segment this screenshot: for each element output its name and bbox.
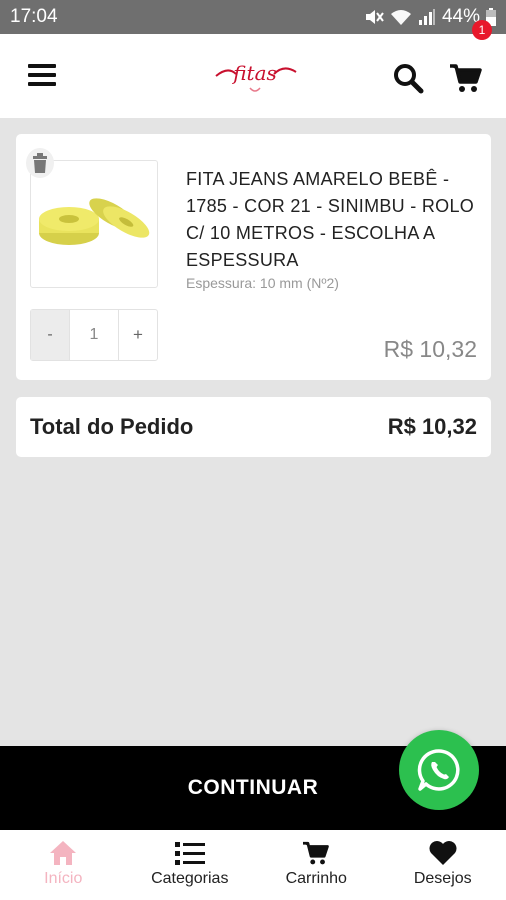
item-price: R$ 10,32 [383,336,477,362]
cart-icon [303,841,330,865]
nav-label: Categorias [151,870,229,887]
bottom-nav: Início Categorias Carrinho Desejos [0,830,506,900]
status-time: 17:04 [10,6,58,27]
total-label: Total do Pedido [30,414,194,439]
product-variation: Espessura: 10 mm (Nº2) [186,275,339,291]
brand-logo[interactable]: fitas [210,56,300,100]
total-value: R$ 10,32 [387,414,477,439]
nav-item-desejos[interactable]: Desejos [380,830,506,900]
nav-item-carrinho[interactable]: Carrinho [253,830,380,900]
status-bar: 17:04 44% [0,0,506,34]
app-header: fitas [0,34,506,118]
search-icon[interactable] [392,62,424,94]
decrease-quantity-button[interactable]: - [31,310,69,360]
menu-icon[interactable] [28,64,56,88]
cart-count-badge: 1 [472,20,492,40]
increase-quantity-button[interactable]: + [119,310,157,360]
trash-icon[interactable] [26,148,54,178]
mute-icon [365,10,384,24]
nav-label: Início [44,870,83,887]
product-image[interactable] [30,160,158,288]
svg-text:fitas: fitas [231,61,277,85]
signal-icon [418,9,435,25]
wifi-icon [390,10,411,25]
quantity-stepper: - 1 + [30,309,158,361]
nav-label: Carrinho [285,870,347,887]
nav-item-categorias[interactable]: Categorias [127,830,254,900]
home-icon [50,841,77,865]
whatsapp-icon[interactable] [399,730,479,810]
nav-item-inicio[interactable]: Início [0,830,127,900]
cart-item-card: FITA JEANS AMARELO BEBÊ - 1785 - COR 21 … [16,134,491,380]
nav-label: Desejos [413,870,472,887]
header-cart-icon[interactable] [448,62,484,94]
product-title[interactable]: FITA JEANS AMARELO BEBÊ - 1785 - COR 21 … [186,166,476,274]
order-total: Total do Pedido R$ 10,32 [16,397,491,457]
quantity-field[interactable]: 1 [69,310,119,360]
heart-icon [429,841,457,865]
list-icon [174,842,205,865]
